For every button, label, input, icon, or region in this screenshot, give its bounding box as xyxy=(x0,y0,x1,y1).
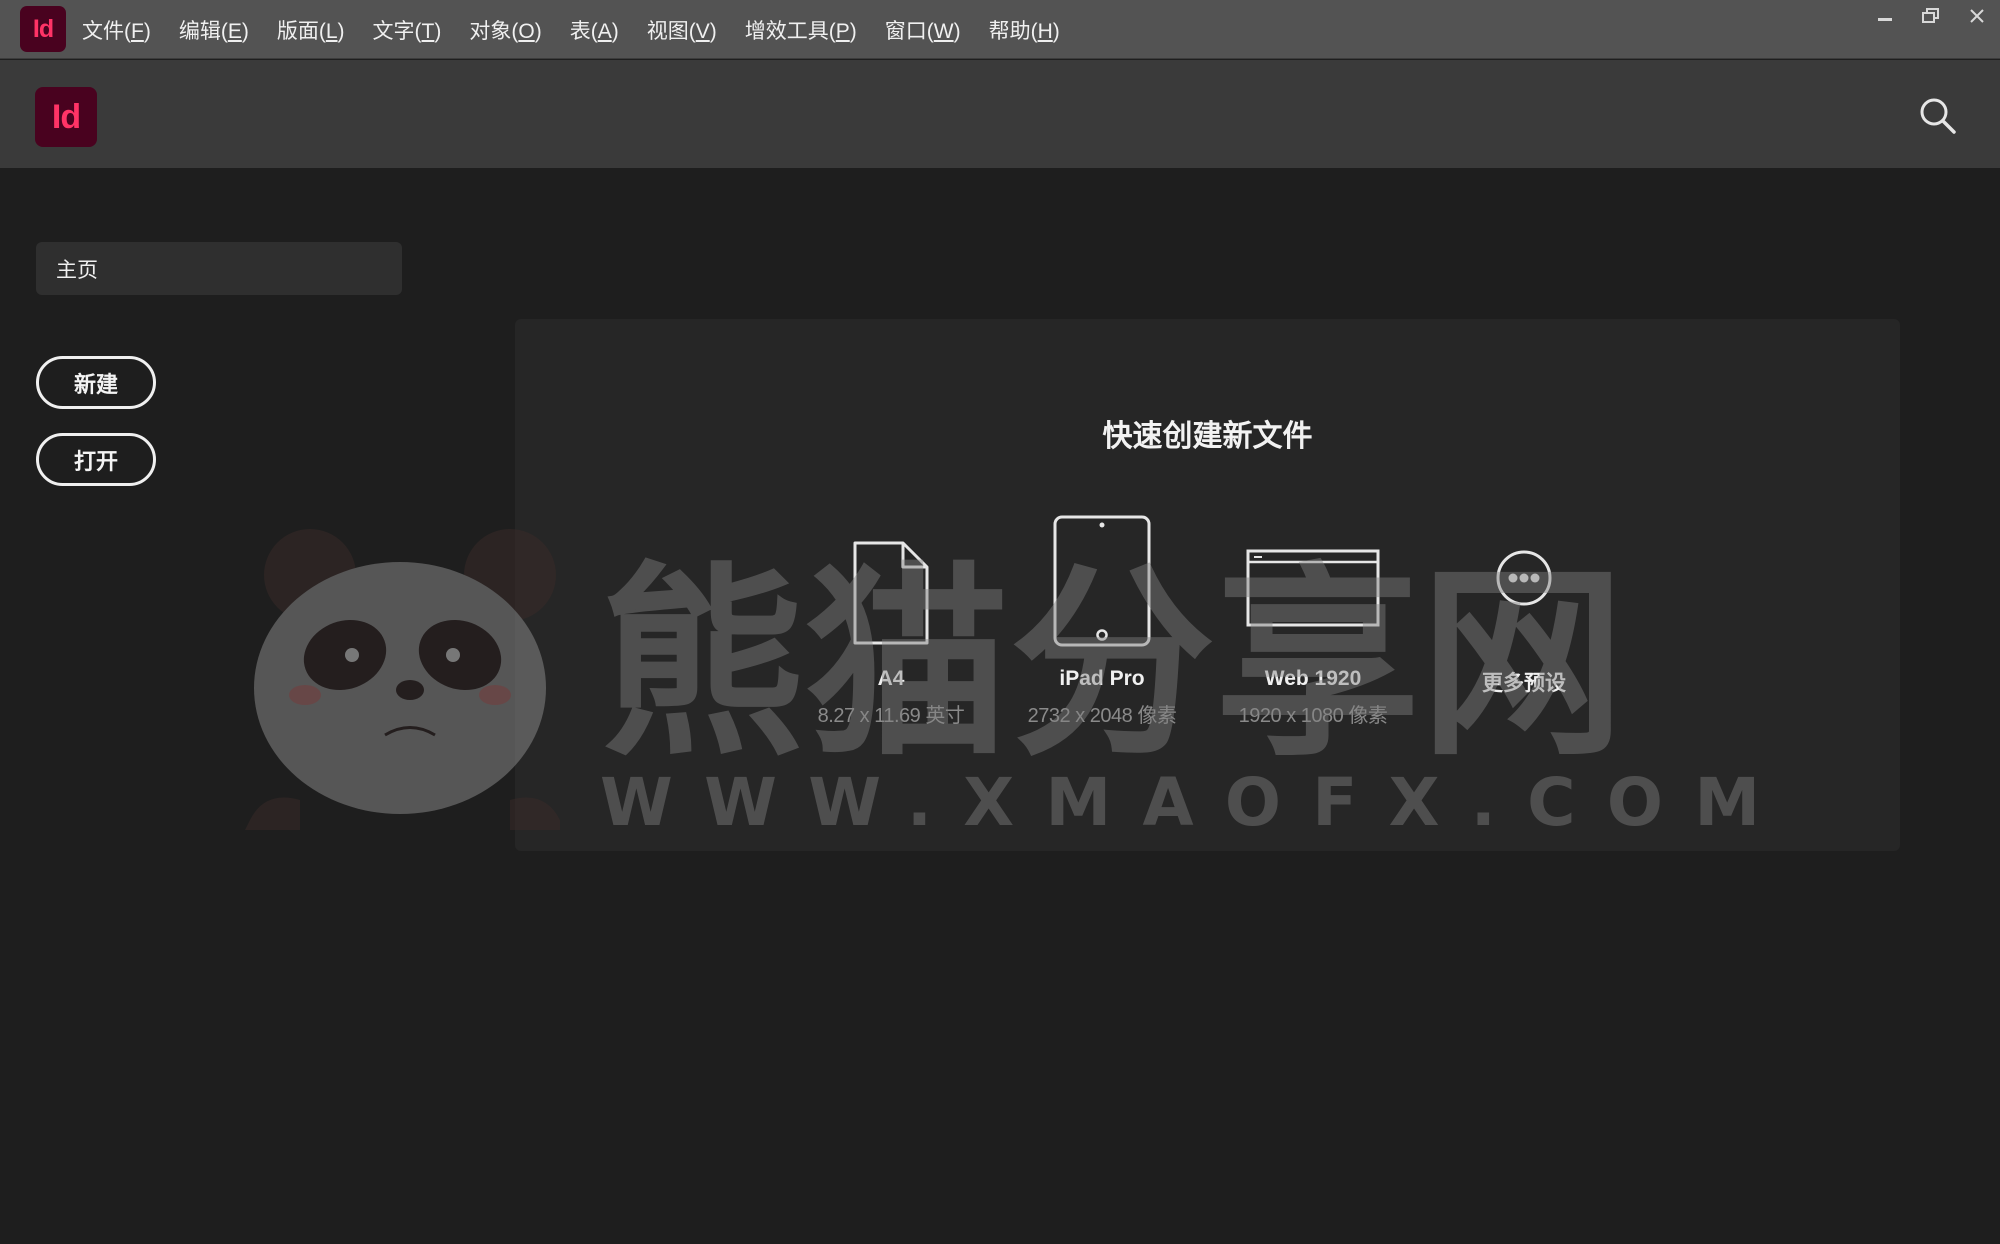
indesign-logo: Id xyxy=(35,87,97,147)
indesign-home-window: Id 文件(F) 编辑(E) 版面(L) 文字(T) 对象(O) 表(A) 视图… xyxy=(0,0,2000,1244)
open-button[interactable]: 打开 xyxy=(36,433,156,486)
sidebar-item-label: 主页 xyxy=(56,258,98,282)
browser-icon xyxy=(1213,515,1413,627)
preset-web-1920[interactable]: Web 1920 1920 x 1080 像素 xyxy=(1213,515,1413,728)
minimize-icon[interactable] xyxy=(1862,0,1908,32)
preset-size: 1920 x 1080 像素 xyxy=(1238,705,1388,727)
sidebar-item-home[interactable]: 主页 xyxy=(36,242,402,295)
preset-a4[interactable]: A4 8.27 x 11.69 英寸 xyxy=(791,515,991,728)
menu-view[interactable]: 视图(V) xyxy=(647,15,717,45)
home-header: Id xyxy=(0,60,2000,168)
menu-object[interactable]: 对象(O) xyxy=(469,15,541,45)
new-button[interactable]: 新建 xyxy=(36,356,156,409)
preset-more[interactable]: 更多预设 xyxy=(1424,515,1624,697)
menu-window[interactable]: 窗口(W) xyxy=(885,15,961,45)
window-controls xyxy=(1862,0,2000,32)
search-icon[interactable] xyxy=(1918,96,1958,136)
menu-file[interactable]: 文件(F) xyxy=(82,15,151,45)
more-icon xyxy=(1424,515,1624,607)
menu-help[interactable]: 帮助(H) xyxy=(989,15,1060,45)
preset-size: 2732 x 2048 像素 xyxy=(1027,705,1177,727)
preset-ipad-pro[interactable]: iPad Pro 2732 x 2048 像素 xyxy=(1002,515,1202,728)
preset-name: iPad Pro xyxy=(1059,667,1145,690)
tablet-icon xyxy=(1002,515,1202,647)
quick-create-title: 快速创建新文件 xyxy=(1102,420,1313,453)
restore-icon[interactable] xyxy=(1908,0,1954,32)
preset-name: 更多预设 xyxy=(1482,672,1566,695)
close-icon[interactable] xyxy=(1954,0,2000,32)
menu-plugins[interactable]: 增效工具(P) xyxy=(745,15,857,45)
menu-bar: Id 文件(F) 编辑(E) 版面(L) 文字(T) 对象(O) 表(A) 视图… xyxy=(0,0,2000,59)
preset-size: 8.27 x 11.69 英寸 xyxy=(817,705,965,727)
menu-items: 文件(F) 编辑(E) 版面(L) 文字(T) 对象(O) 表(A) 视图(V)… xyxy=(82,0,1088,59)
menu-table[interactable]: 表(A) xyxy=(570,15,619,45)
panda-watermark-icon xyxy=(245,529,560,830)
menu-layout[interactable]: 版面(L) xyxy=(277,15,345,45)
preset-name: A4 xyxy=(877,667,905,690)
app-badge-icon[interactable]: Id xyxy=(20,6,66,52)
page-icon xyxy=(791,515,991,647)
preset-name: Web 1920 xyxy=(1264,667,1362,690)
menu-edit[interactable]: 编辑(E) xyxy=(179,15,249,45)
quick-create-panel: 快速创建新文件 A4 8.27 x 11.69 英寸 iPad Pro 2732 xyxy=(515,319,1900,851)
menu-type[interactable]: 文字(T) xyxy=(373,15,442,45)
